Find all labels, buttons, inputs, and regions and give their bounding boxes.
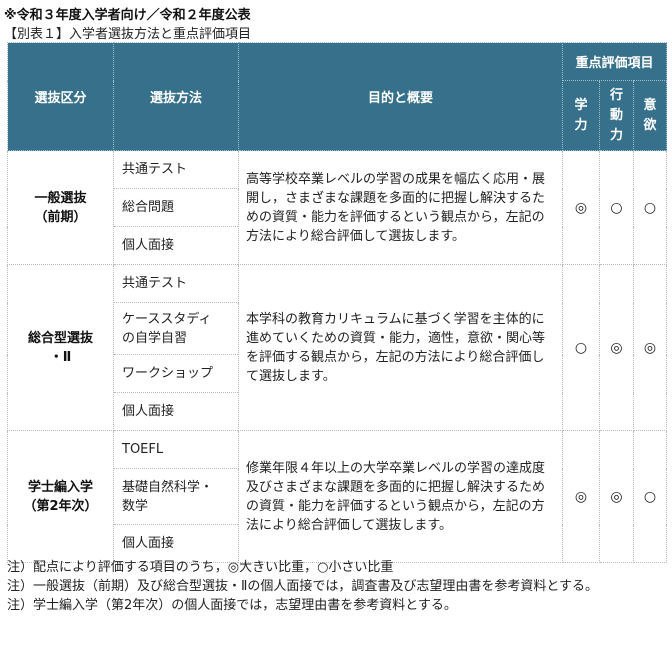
method-line: 個人面接 bbox=[122, 536, 175, 551]
table-row: 総合型選抜・Ⅱ 共通テスト 本学科の教育カリキュラムに基づく学習を主体的に進めていく… bbox=[7, 264, 668, 431]
method-line: ケーススタディ bbox=[122, 311, 212, 327]
selection-method: 共通テスト bbox=[113, 264, 239, 303]
criterion-char: 力 bbox=[574, 117, 588, 133]
table-row: 学士編入学 （第2年次） TOEFL 修業年限４年以上の大学卒業レベルの学習の達成度及… bbox=[7, 430, 668, 563]
header-criterion: 学力 bbox=[562, 80, 600, 151]
selection-method: 個人面接 bbox=[113, 392, 239, 431]
evaluation-mark: ◎ bbox=[562, 430, 600, 563]
purpose-description: 本学科の教育カリキュラムに基づく学習を主体的に進めていくための資質・能力，適性，… bbox=[238, 264, 563, 431]
evaluation-mark: ○ bbox=[599, 150, 634, 265]
method-line: TOEFL bbox=[122, 442, 164, 457]
selection-method: 総合問題 bbox=[113, 188, 239, 227]
evaluation-mark: ○ bbox=[632, 430, 668, 563]
header-method: 選抜方法 bbox=[113, 42, 239, 151]
table-caption: 【別表１】入学者選抜方法と重点評価項目 bbox=[4, 27, 252, 42]
evaluation-mark: ◎ bbox=[599, 430, 634, 563]
criterion-char: 学 bbox=[574, 97, 588, 113]
method-line: 総合問題 bbox=[122, 200, 175, 215]
category-line: 総合型選抜 bbox=[27, 330, 93, 346]
criterion-char: 力 bbox=[609, 127, 623, 143]
method-line: ワークショップ bbox=[122, 366, 214, 381]
selection-method: 個人面接 bbox=[113, 226, 239, 265]
category-line: （第2年次） bbox=[23, 498, 98, 514]
evaluation-mark: ○ bbox=[562, 264, 600, 431]
purpose-description: 修業年限４年以上の大学卒業レベルの学習の達成度及びさまざまな課題を多面的に把握し… bbox=[238, 430, 563, 563]
method-line: 共通テスト bbox=[122, 276, 188, 291]
note-line: 注）学士編入学（第2年次）の個人面接では，志望理由書を参考資料とする。 bbox=[7, 598, 457, 613]
selection-method: 共通テスト bbox=[113, 150, 239, 189]
table-row: 一般選抜 （前期） 共通テスト 高等学校卒業レベルの学習の成果を幅広く応用・展開し，さ… bbox=[7, 150, 668, 265]
header-criterion: 意欲 bbox=[632, 80, 668, 151]
category-line: 学士編入学 bbox=[27, 479, 93, 495]
header-criterion: 行動力 bbox=[599, 80, 634, 151]
selection-method: 個人面接 bbox=[113, 524, 239, 563]
method-line: 基礎自然科学・ bbox=[122, 479, 214, 495]
note-line: 注）配点により評価する項目のうち，◎大きい比重，○小さい比重 bbox=[7, 560, 394, 575]
evaluation-mark: ◎ bbox=[599, 264, 634, 431]
criterion-char: 意 bbox=[643, 97, 657, 113]
header-purpose: 目的と概要 bbox=[238, 42, 563, 151]
selection-method: ワークショップ bbox=[113, 354, 239, 393]
method-line: 個人面接 bbox=[122, 404, 175, 419]
evaluation-mark: ◎ bbox=[562, 150, 600, 265]
method-line: 数学 bbox=[122, 498, 149, 514]
evaluation-mark: ○ bbox=[632, 150, 668, 265]
method-line: 共通テスト bbox=[122, 162, 188, 177]
selection-category: 一般選抜 （前期） bbox=[7, 150, 114, 265]
selection-method: 基礎自然科学・ 数学 bbox=[113, 468, 239, 525]
header-focus: 重点評価項目 bbox=[561, 42, 668, 81]
method-line: の自学自習 bbox=[122, 330, 188, 346]
selection-category: 学士編入学 （第2年次） bbox=[7, 430, 114, 563]
criterion-char: 行 bbox=[609, 87, 623, 103]
selection-method: ケーススタディ の自学自習 bbox=[113, 302, 239, 355]
method-line: 個人面接 bbox=[122, 238, 175, 253]
notes: 注）配点により評価する項目のうち，◎大きい比重，○小さい比重注）一般選抜（前期）… bbox=[7, 558, 657, 615]
evaluation-mark: ◎ bbox=[632, 264, 668, 431]
selection-method: TOEFL bbox=[113, 430, 239, 469]
category-line: ・Ⅱ bbox=[49, 349, 72, 365]
category-line: （前期） bbox=[34, 209, 87, 225]
criterion-char: 動 bbox=[609, 107, 623, 123]
purpose-description: 高等学校卒業レベルの学習の成果を幅広く応用・展開し，さまざまな課題を多面的に把握… bbox=[238, 150, 563, 265]
note-line: 注）一般選抜（前期）及び総合型選抜・Ⅱの個人面接では，調査書及び志望理由書を参考… bbox=[7, 579, 599, 594]
criterion-char: 欲 bbox=[643, 117, 657, 133]
header-category: 選抜区分 bbox=[7, 42, 114, 151]
page: ※令和３年度入学者向け／令和２年度公表 【別表１】入学者選抜方法と重点評価項目 … bbox=[0, 0, 672, 645]
selection-category: 総合型選抜・Ⅱ bbox=[7, 264, 114, 431]
selection-table: 選抜区分 選抜方法 目的と概要 重点評価項目 学力行動力意欲 一般選抜 （前期）共… bbox=[7, 42, 668, 563]
notice-heading: ※令和３年度入学者向け／令和２年度公表 bbox=[4, 8, 251, 23]
category-line: 一般選抜 bbox=[34, 190, 87, 206]
